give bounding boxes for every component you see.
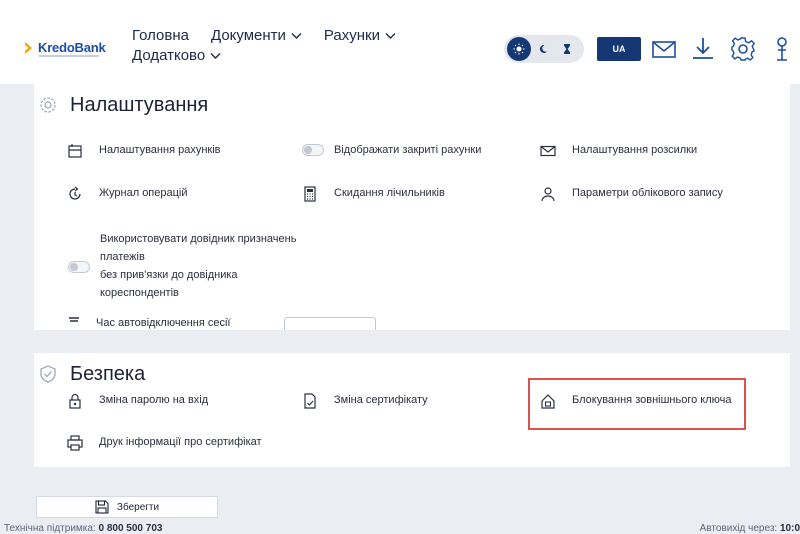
payment-directory-line: кореспондентів (100, 287, 179, 299)
change-certificate-item[interactable]: Зміна сертифікату (302, 393, 428, 409)
account-params-item[interactable]: Параметри облікового запису (540, 186, 723, 202)
lock-icon (69, 393, 81, 409)
language-button[interactable]: UA (597, 37, 641, 61)
support-label: Технічна підтримка: (4, 523, 96, 534)
operations-log-item[interactable]: Журнал операцій (67, 186, 188, 202)
account-settings-label: Налаштування рахунків (99, 144, 221, 156)
nav-extra-label: Додатково (132, 47, 206, 64)
floppy-disk-icon (95, 500, 109, 514)
mail-icon[interactable] (651, 36, 677, 62)
envelope-icon (540, 145, 556, 157)
payment-directory-label: Використовувати довідник призначень плат… (100, 230, 296, 302)
chevron-down-icon (385, 33, 396, 39)
reset-counters-item[interactable]: Скидання лічильників (302, 186, 445, 202)
nav-extra[interactable]: Додатково (132, 46, 221, 66)
autologout-info: Автовихід через: 10:0 (700, 523, 800, 534)
highlight-frame (528, 378, 746, 430)
logo-text: KredoBank (38, 40, 106, 55)
mailing-settings-item[interactable]: Налаштування розсилки (540, 143, 697, 159)
certificate-icon (304, 393, 316, 409)
person-icon (541, 187, 555, 202)
reset-counters-label: Скидання лічильників (334, 187, 445, 199)
payment-directory-line: без прив'язки до довідника (100, 269, 238, 281)
print-certificate-item[interactable]: Друк інформації про сертифікат (67, 435, 262, 451)
theme-toggle[interactable] (504, 35, 584, 63)
payment-directory-line: платежів (100, 251, 145, 263)
change-certificate-label: Зміна сертифікату (334, 394, 428, 406)
history-icon (69, 186, 81, 200)
operations-log-label: Журнал операцій (99, 187, 188, 199)
print-certificate-label: Друк інформації про сертифікат (99, 436, 262, 448)
top-header: KredoBank Головна Документи Рахунки Дода… (0, 0, 800, 84)
nav-documents[interactable]: Документи (211, 26, 302, 46)
download-icon[interactable] (690, 36, 716, 62)
logo-tagline (39, 55, 99, 57)
theme-dark-button[interactable] (531, 37, 555, 61)
account-params-label: Параметри облікового запису (572, 187, 723, 199)
nav-accounts[interactable]: Рахунки (324, 26, 396, 46)
account-settings-icon (68, 144, 82, 158)
chevron-down-icon (291, 33, 302, 39)
logo-chevron-icon (25, 41, 32, 54)
theme-light-button[interactable] (507, 37, 531, 61)
nav-accounts-label: Рахунки (323, 27, 380, 44)
change-password-label: Зміна паролю на вхід (99, 394, 209, 406)
show-closed-accounts-item[interactable]: Відображати закриті рахунки (302, 143, 481, 157)
support-info: Технічна підтримка: 0 800 500 703 (4, 523, 162, 534)
moon-icon (539, 44, 547, 53)
security-title: Безпека (70, 363, 146, 385)
main-nav: Головна Документи Рахунки Додатково (132, 26, 396, 66)
sun-icon (513, 43, 525, 55)
user-icon[interactable] (772, 36, 792, 62)
payment-directory-line: Використовувати довідник призначень (100, 233, 297, 245)
gear-icon (40, 97, 56, 113)
chevron-down-icon (210, 53, 221, 59)
change-password-item[interactable]: Зміна паролю на вхід (67, 393, 208, 409)
payment-directory-item[interactable]: Використовувати довідник призначень плат… (68, 230, 296, 302)
payment-directory-toggle[interactable] (68, 260, 90, 273)
kredobank-logo[interactable]: KredoBank (24, 40, 106, 57)
nav-documents-label: Документи (211, 27, 286, 44)
account-settings-item[interactable]: Налаштування рахунків (67, 143, 221, 159)
mailing-settings-label: Налаштування розсилки (572, 144, 698, 156)
support-phone[interactable]: 0 800 500 703 (99, 523, 163, 534)
nav-home[interactable]: Головна (132, 26, 189, 46)
nav-home-label: Головна (132, 27, 189, 44)
timer-icon (69, 317, 79, 322)
autologout-time: 10:0 (779, 523, 800, 534)
gear-icon[interactable] (730, 36, 756, 62)
theme-auto-button[interactable] (555, 37, 579, 61)
shield-check-icon (40, 365, 56, 383)
save-label: Зберегти (116, 501, 160, 513)
autologout-label: Автовихід через: (699, 523, 778, 534)
hourglass-icon (564, 44, 570, 54)
show-closed-accounts-toggle[interactable] (302, 144, 324, 156)
save-button[interactable]: Зберегти (36, 496, 218, 518)
session-timeout-select[interactable] (284, 317, 376, 330)
calculator-icon (304, 186, 316, 202)
settings-card: Налаштування Налаштування рахунків Відоб… (34, 84, 790, 330)
show-closed-accounts-label: Відображати закриті рахунки (334, 144, 482, 156)
session-timeout-item[interactable]: Час автовідключення сесії (68, 317, 376, 330)
printer-icon (67, 435, 83, 451)
session-timeout-label: Час автовідключення сесії (96, 317, 231, 329)
settings-title: Налаштування (70, 94, 209, 116)
